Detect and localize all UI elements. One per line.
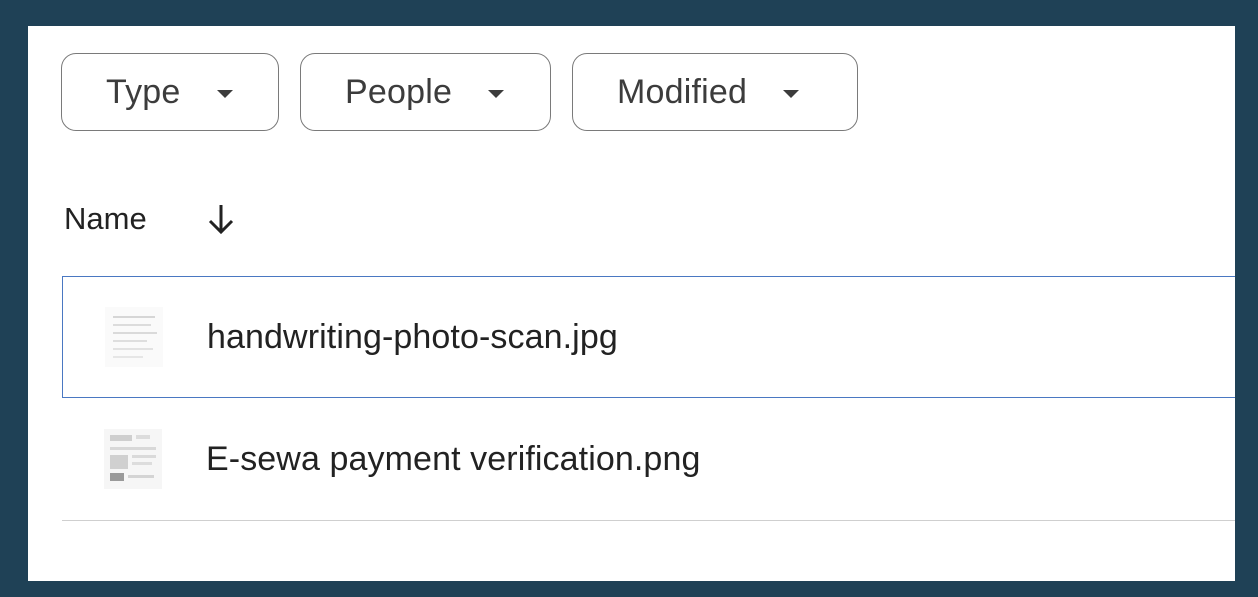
people-filter-chip[interactable]: People [300, 53, 551, 131]
file-name: E-sewa payment verification.png [206, 439, 701, 478]
file-row[interactable]: handwriting-photo-scan.jpg [62, 276, 1235, 398]
type-filter-chip[interactable]: Type [61, 53, 279, 131]
file-row[interactable]: E-sewa payment verification.png [62, 398, 1235, 521]
document-thumbnail-icon [103, 303, 165, 371]
file-list-panel: Type People Modified Name handwriting-ph… [28, 26, 1235, 581]
arrow-drop-down-icon [216, 89, 233, 98]
arrow-drop-down-icon [783, 89, 800, 98]
file-name: handwriting-photo-scan.jpg [207, 317, 618, 356]
name-column-label: Name [64, 201, 147, 236]
type-filter-label: Type [106, 72, 181, 111]
modified-filter-chip[interactable]: Modified [572, 53, 858, 131]
screenshot-thumbnail-icon [102, 425, 164, 493]
arrow-drop-down-icon [488, 89, 505, 98]
people-filter-label: People [345, 72, 453, 111]
modified-filter-label: Modified [617, 72, 748, 111]
arrow-downward-icon[interactable] [205, 202, 237, 236]
name-column-header[interactable]: Name [64, 201, 237, 237]
